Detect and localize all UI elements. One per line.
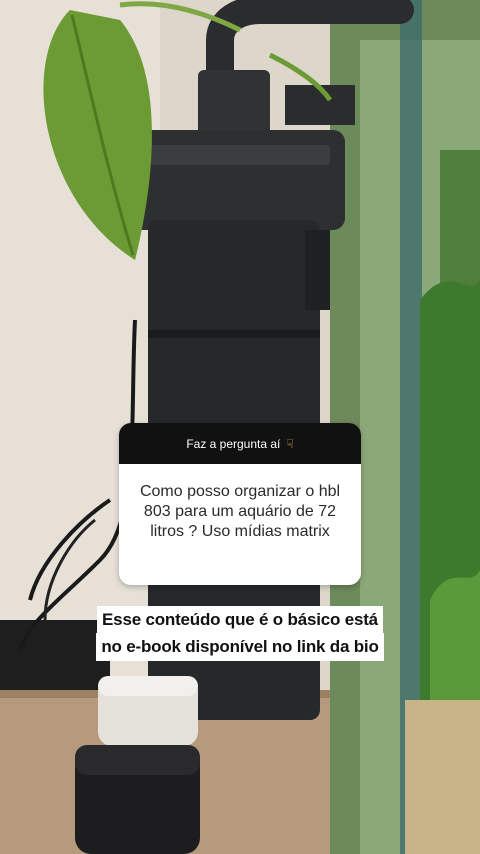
question-sticker-title: Faz a pergunta aí xyxy=(186,436,281,451)
caption-line-2: no e-book disponível no link da bio xyxy=(0,633,480,661)
caption-text-2: no e-book disponível no link da bio xyxy=(96,633,384,661)
caption-text-1: Esse conteúdo que é o básico está xyxy=(97,606,383,634)
question-sticker-header: Faz a pergunta aí ☟ xyxy=(119,423,361,464)
caption-line-1: Esse conteúdo que é o básico está xyxy=(0,606,480,634)
question-sticker: Faz a pergunta aí ☟ Como posso organizar… xyxy=(119,423,361,585)
question-text: Como posso organizar o hbl 803 para um a… xyxy=(139,483,341,540)
pointing-down-hand-icon: ☟ xyxy=(286,436,294,451)
